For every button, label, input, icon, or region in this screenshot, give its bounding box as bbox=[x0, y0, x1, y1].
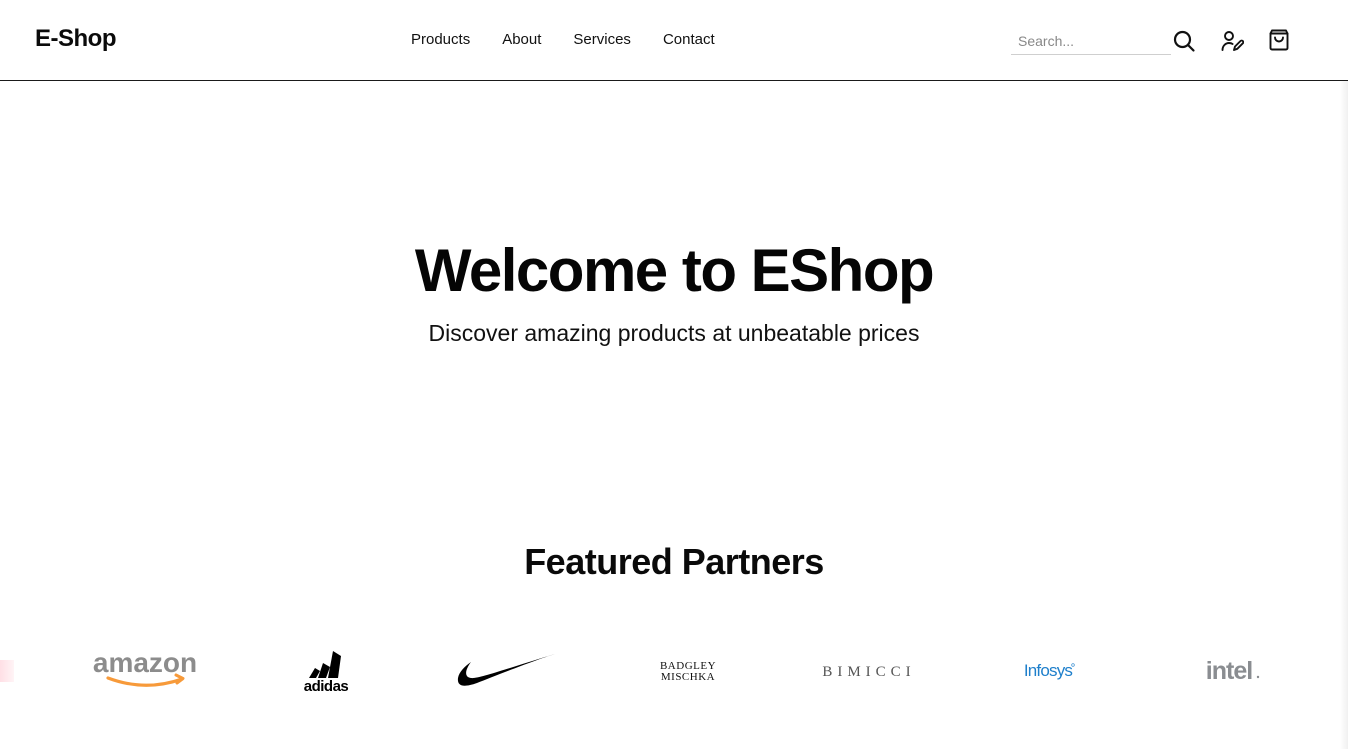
featured-partners-title: Featured Partners bbox=[524, 541, 824, 582]
intel-text: intel bbox=[1206, 657, 1252, 685]
partner-logo-amazon[interactable]: amazon bbox=[88, 648, 202, 692]
partner-logo-intel[interactable]: intel bbox=[1198, 656, 1262, 686]
bimicci-text: BIMICCI bbox=[822, 664, 915, 680]
infosys-text: Infosys bbox=[1024, 661, 1073, 680]
partner-logo-badgley-mischka[interactable]: BADGLEY MISCHKA bbox=[652, 656, 724, 686]
search-icon[interactable] bbox=[1171, 28, 1197, 54]
partner-logo-bimicci[interactable]: BIMICCI bbox=[818, 658, 920, 684]
main-nav: Products About Services Contact bbox=[411, 31, 747, 49]
amazon-logo-text: amazon bbox=[93, 648, 197, 678]
partial-logo-edge bbox=[0, 660, 14, 682]
hero-title: Welcome to EShop bbox=[414, 237, 935, 304]
search-input[interactable] bbox=[1011, 28, 1171, 55]
user-edit-icon[interactable] bbox=[1219, 28, 1245, 54]
adidas-logo-text: adidas bbox=[304, 678, 349, 694]
site-logo[interactable]: E-Shop bbox=[35, 25, 117, 53]
partner-logo-adidas[interactable]: adidas bbox=[296, 646, 356, 694]
nav-link-products[interactable]: Products bbox=[411, 31, 470, 49]
shopping-bag-icon[interactable] bbox=[1266, 27, 1292, 53]
mischka-text: MISCHKA bbox=[661, 671, 715, 683]
partner-logo-nike[interactable] bbox=[455, 650, 557, 692]
partner-logo-infosys[interactable]: Infosys bbox=[1022, 657, 1078, 683]
top-navbar: E-Shop Products About Services Contact bbox=[0, 0, 1348, 81]
page-scroll-edge bbox=[1340, 81, 1348, 749]
hero-subtitle: Discover amazing products at unbeatable … bbox=[428, 320, 920, 346]
nav-link-contact[interactable]: Contact bbox=[663, 31, 715, 49]
nav-link-services[interactable]: Services bbox=[573, 31, 631, 49]
nav-link-about[interactable]: About bbox=[502, 31, 541, 49]
